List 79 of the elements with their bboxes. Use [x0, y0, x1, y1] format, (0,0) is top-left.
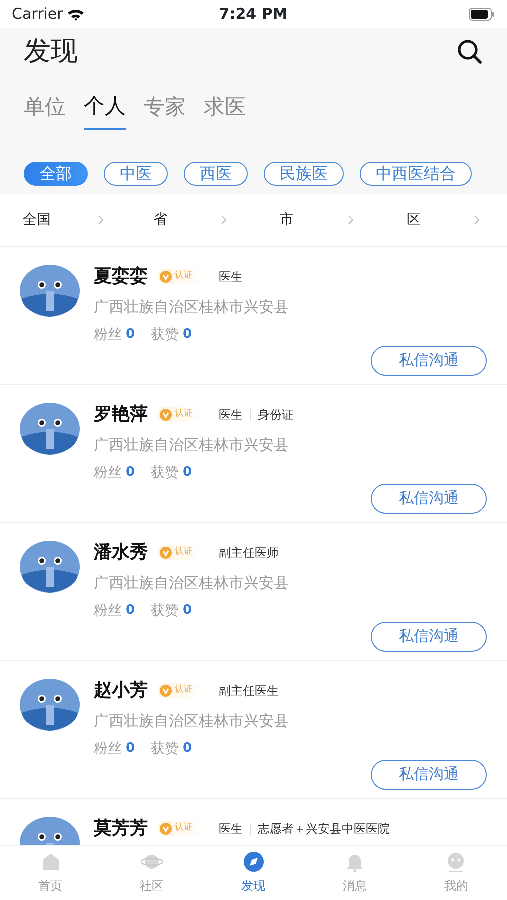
message-button[interactable]: 私信沟通 [371, 484, 487, 514]
tab-bar-item[interactable]: 我的 [406, 846, 507, 900]
region-option[interactable]: 全国 [23, 210, 52, 230]
avatar-icon [20, 539, 80, 595]
filter-chip[interactable]: 全部 [24, 162, 88, 186]
compass-icon [242, 851, 265, 873]
badge-text: 认证 [175, 408, 193, 421]
person-name: 罗艳萍 [94, 403, 148, 427]
stat-label: 获赞 [151, 602, 180, 620]
region-option[interactable]: 省 [153, 210, 168, 230]
stat-label: 粉丝 [94, 740, 122, 758]
title-tag: 副主任医生 [219, 682, 279, 700]
badge-text: 认证 [175, 270, 193, 283]
message-button[interactable]: 私信沟通 [371, 346, 487, 376]
message-button[interactable]: 私信沟通 [371, 622, 487, 652]
carrier-label: Carrier [12, 4, 64, 25]
badge-text: 认证 [175, 546, 193, 559]
stat-value: 0 [183, 740, 192, 758]
region-option[interactable]: 区 [406, 210, 421, 230]
tab-bar-item[interactable]: 消息 [304, 846, 406, 900]
chevron-icon [220, 215, 227, 225]
title-tag: 医生 [219, 268, 243, 286]
stat-label: 粉丝 [94, 326, 122, 344]
time-label: 7:24 PM [219, 4, 288, 25]
filter-chip[interactable]: 中西医结合 [360, 162, 472, 186]
filter-chip[interactable]: 民族医 [264, 162, 344, 186]
tab-bar-item[interactable]: 社区 [101, 846, 203, 900]
title-tag: 身份证 [258, 406, 294, 424]
address-text: 广西壮族自治区桂林市兴安县 [94, 297, 290, 318]
chevron-icon [98, 215, 104, 225]
avatar-icon [20, 401, 80, 457]
v-icon [160, 822, 172, 834]
address-text: 广西壮族自治区桂林市兴安县 [94, 573, 290, 594]
stat-value: 0 [183, 464, 192, 482]
v-icon [160, 684, 172, 696]
tab[interactable]: 求医 [204, 90, 246, 130]
message-button[interactable]: 私信沟通 [371, 760, 487, 790]
title-tag: 志愿者＋兴安县中医医院 [258, 820, 390, 838]
avatar-icon [20, 677, 80, 733]
tab-bar-item[interactable]: 首页 [0, 846, 102, 900]
tab[interactable]: 单位 [24, 90, 66, 130]
badge-text: 认证 [175, 684, 193, 697]
stat-label: 获赞 [151, 740, 180, 758]
v-icon [160, 270, 172, 282]
title-tag: 副主任医师 [219, 544, 279, 562]
search-icon[interactable] [457, 39, 483, 66]
stat-label: 获赞 [151, 464, 180, 482]
stat-label: 粉丝 [94, 602, 122, 620]
chevron-icon [348, 215, 354, 225]
stat-label: 粉丝 [94, 464, 122, 482]
tab-bar-item[interactable]: 发现 [202, 846, 304, 900]
battery-icon [469, 8, 496, 20]
stat-value: 0 [126, 602, 136, 620]
person-name: 莫芳芳 [94, 817, 148, 841]
region-option[interactable]: 市 [280, 210, 294, 230]
tab[interactable]: 专家 [144, 90, 186, 130]
filter-chip[interactable]: 中医 [104, 162, 168, 186]
tab[interactable]: 个人 [84, 90, 126, 130]
address-text: 广西壮族自治区桂林市兴安县 [94, 711, 290, 732]
person-name: 夏娈娈 [94, 265, 148, 289]
filter-chip[interactable]: 西医 [184, 162, 248, 186]
title-tag: 医生 [219, 820, 243, 838]
v-icon [160, 408, 172, 420]
badge-text: 认证 [175, 822, 193, 835]
chevron-icon [474, 215, 480, 225]
stat-value: 0 [183, 326, 192, 344]
person-name: 赵小芳 [94, 679, 148, 703]
v-icon [160, 546, 172, 558]
stat-value: 0 [126, 326, 136, 344]
person-name: 潘水秀 [94, 541, 148, 565]
address-text: 广西壮族自治区桂林市兴安县 [94, 435, 290, 456]
title-tag: 医生 [219, 406, 243, 424]
stat-value: 0 [126, 740, 136, 758]
stat-value: 0 [126, 464, 136, 482]
page-title: 发现 [24, 35, 78, 69]
stat-value: 0 [183, 602, 192, 620]
wifi-icon [67, 8, 86, 20]
avatar-icon [20, 263, 80, 319]
stat-label: 获赞 [151, 326, 180, 344]
